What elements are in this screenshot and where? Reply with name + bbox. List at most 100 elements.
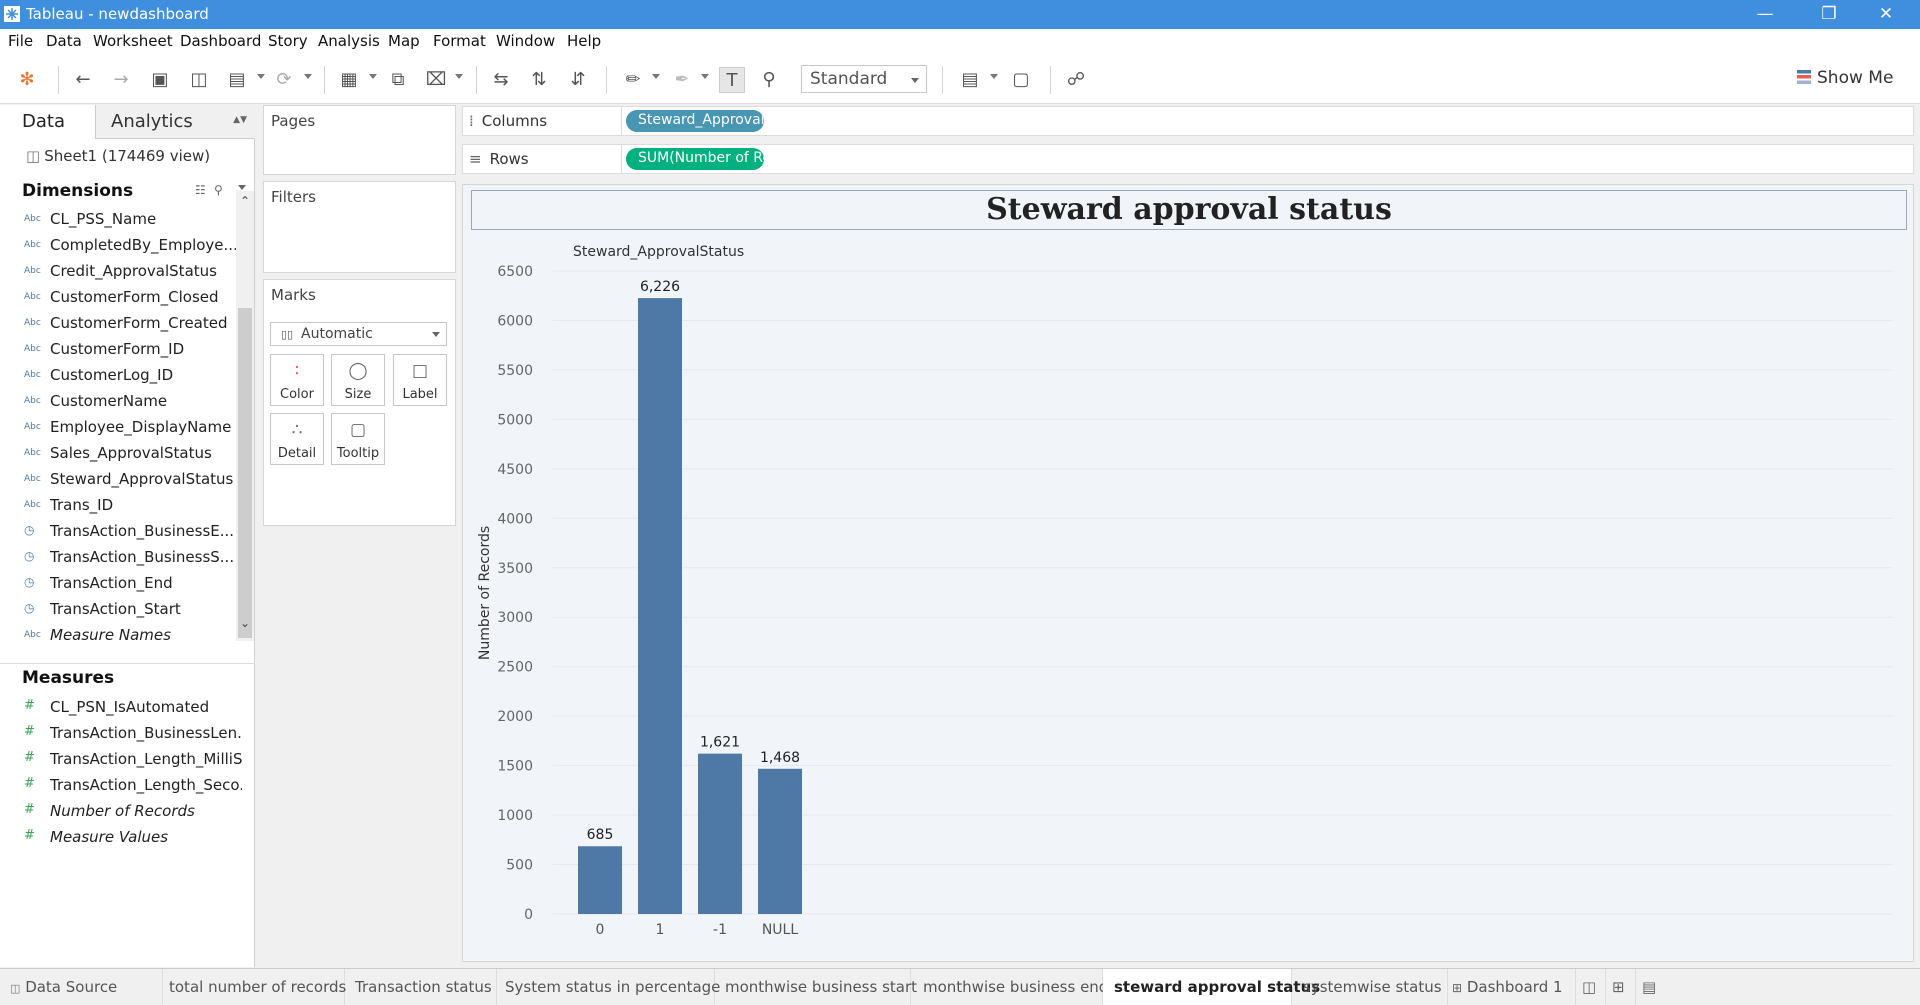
save-icon[interactable]: ▣ — [147, 67, 173, 93]
new-story-icon[interactable]: ▤ — [1636, 969, 1666, 1005]
fix-axes-icon[interactable]: ⚲ — [756, 67, 782, 93]
detail-icon: ∴ — [291, 420, 303, 440]
dimension-field[interactable]: Abc Steward_ApprovalStatus — [0, 467, 240, 493]
sheet-tab-monthwise-start[interactable]: monthwise business start — [715, 969, 917, 1005]
dimensions-scrollbar[interactable]: ⌃ ⌄ — [236, 191, 254, 641]
dimension-field[interactable]: Abc Sales_ApprovalStatus — [0, 441, 240, 467]
rows-shelf[interactable]: ≡ Rows SUM(Number of Re.. — [462, 144, 1914, 174]
menu-help[interactable]: Help — [567, 32, 601, 50]
menu-dashboard[interactable]: Dashboard — [180, 32, 261, 50]
highlight-icon[interactable]: ✏ — [620, 67, 646, 93]
tab-data[interactable]: Data — [0, 105, 95, 139]
tooltip-label: Tooltip — [336, 446, 380, 461]
refresh-icon[interactable]: ⟳ — [271, 67, 297, 93]
columns-pill[interactable]: Steward_ApprovalS.. — [626, 110, 764, 132]
sheet-tab-system-status[interactable]: System status in percentage — [497, 969, 720, 1005]
sheet-tab-systemwise-status[interactable]: systemwise status — [1292, 969, 1448, 1005]
chevron-up-icon[interactable]: ⌃ — [240, 194, 250, 208]
show-cards-icon[interactable]: ▤ — [957, 67, 983, 93]
share-icon[interactable]: ☍ — [1063, 67, 1089, 93]
mark-type-select[interactable]: ▯▯ Automatic — [270, 322, 447, 346]
measure-field[interactable]: # Number of Records — [0, 799, 240, 825]
menu-story[interactable]: Story — [268, 32, 308, 50]
search-icon[interactable]: ⚲ — [214, 183, 223, 197]
menu-format[interactable]: Format — [433, 32, 486, 50]
new-dashboard-icon[interactable]: ⊞ — [1606, 969, 1636, 1005]
restore-icon[interactable]: ❐ — [1807, 2, 1851, 26]
sheet-tab-dashboard-1[interactable]: ⊞ Dashboard 1 — [1448, 969, 1576, 1005]
sheet-tab-total-records[interactable]: total number of records — [163, 969, 346, 1005]
dimension-field[interactable]: Abc CustomerName — [0, 389, 240, 415]
swap-icon[interactable]: ⇆ — [488, 67, 514, 93]
new-worksheet-icon[interactable]: ▦ — [336, 67, 362, 93]
size-icon: ◯ — [348, 361, 368, 381]
dimension-field[interactable]: Abc Measure Names — [0, 623, 240, 649]
show-mark-labels-icon[interactable]: T — [719, 67, 745, 93]
close-icon[interactable]: ✕ — [1864, 2, 1908, 26]
group-members-icon[interactable]: ✒ — [669, 67, 695, 93]
fit-mode-select[interactable]: Standard — [801, 65, 927, 93]
new-worksheet-icon[interactable]: ◫ — [1576, 969, 1606, 1005]
scrollbar-thumb[interactable] — [238, 308, 252, 638]
menu-map[interactable]: Map — [388, 32, 420, 50]
minimize-icon[interactable]: — — [1743, 2, 1787, 26]
columns-shelf[interactable]: ⁞ Columns Steward_ApprovalS.. — [462, 106, 1914, 136]
undo-icon[interactable]: ← — [70, 67, 96, 93]
menu-file[interactable]: File — [8, 32, 33, 50]
sort-ascending-icon[interactable]: ⇅ — [526, 67, 552, 93]
duplicate-icon[interactable]: ⧉ — [385, 67, 411, 93]
sort-descending-icon[interactable]: ⇵ — [565, 67, 591, 93]
measure-field[interactable]: # TransAction_Length_MilliS... — [0, 747, 242, 773]
show-me-button[interactable]: Show Me — [1797, 68, 1893, 88]
size-button[interactable]: ◯ Size — [331, 354, 385, 406]
y-tick-label: 2500 — [497, 660, 533, 676]
label-button[interactable]: □ Label — [393, 354, 447, 406]
chevron-down-icon[interactable]: ⌄ — [240, 616, 250, 630]
dimensions-menu-icon[interactable] — [238, 185, 246, 190]
measures-heading: Measures — [22, 668, 115, 688]
clear-sheet-icon[interactable]: ⌧ — [423, 67, 449, 93]
menu-data[interactable]: Data — [46, 32, 82, 50]
datasource-item[interactable]: ◫ Sheet1 (174469 view) — [26, 147, 210, 165]
dimension-field[interactable]: Abc CustomerForm_ID — [0, 337, 240, 363]
sheet-tab-data-source[interactable]: ◫ Data Source — [0, 969, 163, 1005]
presentation-mode-icon[interactable]: ▢ — [1008, 67, 1034, 93]
tab-analytics[interactable]: Analytics ▲▼ — [95, 105, 255, 139]
dimension-field[interactable]: Abc Credit_ApprovalStatus — [0, 259, 240, 285]
dimension-field[interactable]: Abc Trans_ID — [0, 493, 240, 519]
measure-field[interactable]: # TransAction_BusinessLen... — [0, 721, 242, 747]
dimension-field[interactable]: Abc CustomerForm_Created — [0, 311, 240, 337]
measure-field[interactable]: # TransAction_Length_Seco... — [0, 773, 242, 799]
dimension-field[interactable]: Abc Employee_DisplayName — [0, 415, 240, 441]
dimension-field[interactable]: Abc CustomerForm_Closed — [0, 285, 240, 311]
dimension-field[interactable]: ◷ TransAction_BusinessS... — [0, 545, 240, 571]
tooltip-button[interactable]: ▢ Tooltip — [331, 413, 385, 465]
sheet-tab-transaction-status[interactable]: Transaction status — [345, 969, 497, 1005]
y-tick-label: 6500 — [497, 264, 533, 280]
sheet-tab-monthwise-end[interactable]: monthwise business end — [911, 969, 1108, 1005]
pause-updates-icon[interactable]: ▤ — [224, 67, 250, 93]
menu-analysis[interactable]: Analysis — [318, 32, 380, 50]
color-button[interactable]: ∶ Color — [270, 354, 324, 406]
sheet-tab-steward-approval[interactable]: steward approval status — [1103, 969, 1320, 1005]
tableau-home-icon[interactable]: ✻ — [14, 67, 40, 93]
string-icon: Abc — [24, 214, 41, 224]
dimension-field[interactable]: ◷ TransAction_BusinessE... — [0, 519, 240, 545]
new-datasource-icon[interactable]: ◫ — [186, 67, 212, 93]
measure-field[interactable]: # Measure Values — [0, 825, 240, 851]
pages-card[interactable]: Pages — [263, 105, 456, 175]
rows-pill[interactable]: SUM(Number of Re.. — [626, 148, 764, 170]
dimension-field[interactable]: Abc CustomerLog_ID — [0, 363, 240, 389]
menu-window[interactable]: Window — [496, 32, 555, 50]
dimension-field[interactable]: ◷ TransAction_Start — [0, 597, 240, 623]
menu-worksheet[interactable]: Worksheet — [93, 32, 173, 50]
string-icon: Abc — [24, 630, 41, 640]
measure-field[interactable]: # CL_PSN_IsAutomated — [0, 695, 240, 721]
detail-button[interactable]: ∴ Detail — [270, 413, 324, 465]
dimension-field[interactable]: ◷ TransAction_End — [0, 571, 240, 597]
filters-card[interactable]: Filters — [263, 181, 456, 273]
view-as-list-icon[interactable]: ☷ — [195, 183, 206, 197]
dimension-field[interactable]: Abc CompletedBy_Employe... — [0, 233, 240, 259]
dimension-field[interactable]: Abc CL_PSS_Name — [0, 207, 240, 233]
redo-icon[interactable]: → — [108, 67, 134, 93]
